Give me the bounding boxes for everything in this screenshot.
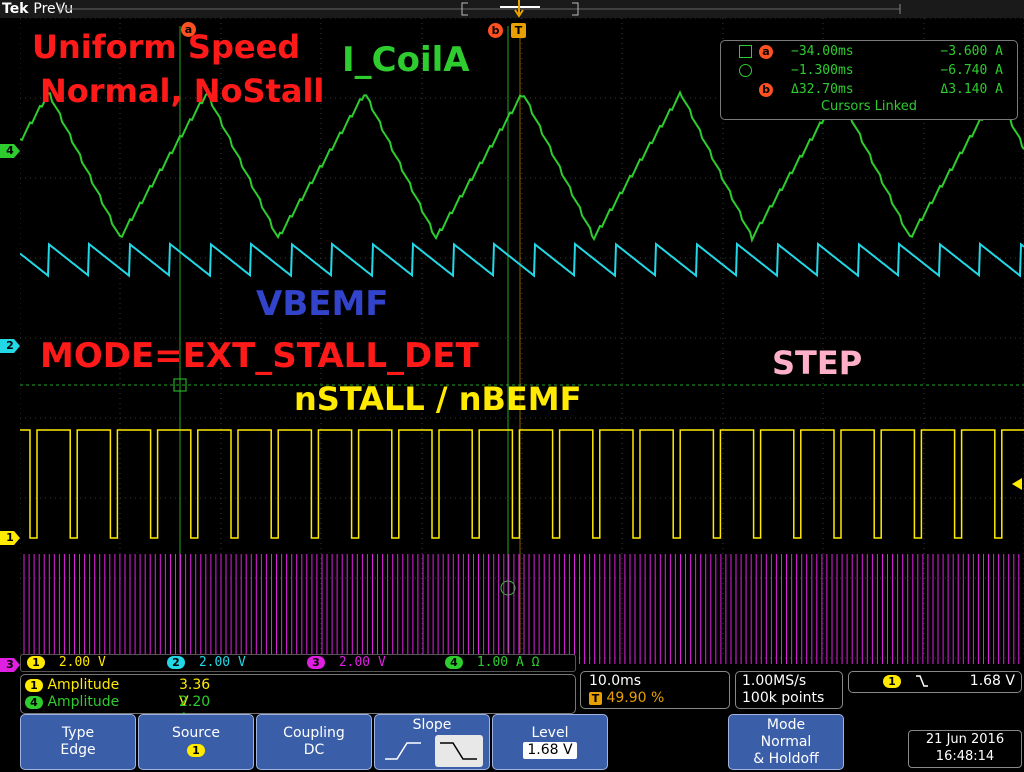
measurement-row-2: 4 Amplitude 2.20 A	[25, 694, 210, 727]
cursor-a-value: −3.600 A	[940, 44, 1003, 59]
type-value: Edge	[60, 742, 96, 758]
date-value: 21 Jun 2016	[925, 732, 1005, 747]
source-label: Source	[171, 725, 221, 741]
meas2-badge: 4	[25, 696, 43, 709]
ch1-scale-value: 2.00 V	[58, 655, 106, 670]
ch1-level-indicator[interactable]: 1	[0, 531, 20, 545]
rising-edge-icon[interactable]	[381, 737, 427, 765]
cursor-a-badge: a	[759, 45, 773, 59]
slope-softkey[interactable]: Slope	[374, 714, 490, 770]
vbemf-label: VBEMF	[256, 284, 389, 324]
circle-icon	[739, 64, 752, 77]
ch3-badge: 3	[307, 656, 325, 669]
type-softkey[interactable]: Type Edge	[20, 714, 136, 770]
trigger-level-arrow[interactable]	[1012, 478, 1022, 490]
ch4-scale-value: 1.00 A Ω	[476, 655, 540, 670]
cursor-delta-time: Δ32.70ms	[791, 82, 854, 97]
mode-holdoff: & Holdoff	[753, 751, 819, 767]
cursor-row-b: −1.300ms −6.740 A	[721, 62, 1017, 80]
ch2-level-indicator[interactable]: 2	[0, 339, 20, 353]
step-label: STEP	[772, 344, 863, 382]
cursor-readout-panel[interactable]: a −34.00ms −3.600 A −1.300ms −6.740 A b …	[720, 40, 1018, 120]
ch2-scale-value: 2.00 V	[198, 655, 246, 670]
trigger-position-value: 49.90 %	[606, 690, 665, 706]
ch3-level-indicator[interactable]: 3	[0, 658, 20, 672]
cursor-row-a: a −34.00ms −3.600 A	[721, 43, 1017, 61]
ch3-step-trace	[23, 554, 1020, 664]
measurement-row-1: 1 Amplitude 3.36 V	[25, 677, 210, 710]
ch1-badge: 1	[27, 656, 45, 669]
channel-scale-strip: 1 2.00 V 2 2.00 V 3 2.00 V 4 1.00 A Ω	[20, 654, 576, 672]
ch4-scale[interactable]: 4 1.00 A Ω	[445, 655, 539, 671]
trigger-marker[interactable]: T	[511, 23, 526, 38]
ch3-scale[interactable]: 3 2.00 V	[307, 655, 386, 671]
level-value: 1.68 V	[523, 742, 577, 759]
square-icon	[739, 45, 752, 58]
trigger-readout[interactable]: 1 1.68 V	[848, 671, 1022, 693]
coupling-label: Coupling	[283, 725, 345, 741]
mode-value: Normal	[760, 734, 812, 750]
ch2-scale[interactable]: 2 2.00 V	[167, 655, 246, 671]
level-softkey[interactable]: Level 1.68 V	[492, 714, 608, 770]
title-line-1: Uniform Speed	[32, 28, 301, 66]
source-value-badge: 1	[187, 744, 205, 757]
cursor-delta-value: Δ3.140 A	[940, 82, 1003, 97]
mode-label: MODE=EXT_STALL_DET	[40, 336, 479, 376]
ch3-scale-value: 2.00 V	[338, 655, 386, 670]
mode-softkey[interactable]: Mode Normal & Holdoff	[728, 714, 844, 770]
cursor-a-time: −34.00ms	[791, 44, 854, 59]
coil-current-label: I_CoilA	[342, 40, 470, 80]
falling-edge-icon	[915, 673, 929, 693]
trigger-top-arrow	[514, 0, 524, 20]
sample-rate: 1.00MS/s	[742, 673, 807, 689]
trigger-position-badge: T	[589, 692, 602, 705]
mode-label: Mode	[766, 717, 806, 733]
cursor-b-marker[interactable]: b	[488, 23, 503, 38]
falling-edge-selected-icon[interactable]	[435, 735, 483, 767]
level-label: Level	[531, 725, 569, 741]
record-view-bar	[59, 2, 901, 16]
cursor-b-badge: b	[759, 83, 773, 97]
trigger-source-badge: 1	[883, 675, 901, 688]
nstall-label: nSTALL / nBEMF	[294, 380, 582, 418]
source-softkey[interactable]: Source 1	[138, 714, 254, 770]
slope-label: Slope	[412, 717, 452, 733]
record-length: 100k points	[742, 690, 825, 706]
cursor-b-value: −6.740 A	[940, 63, 1003, 78]
type-label: Type	[61, 725, 95, 741]
datetime-display: 21 Jun 2016 16:48:14	[908, 730, 1022, 768]
trigger-level-value: 1.68 V	[969, 673, 1015, 689]
cursor-b-time: −1.300ms	[791, 63, 854, 78]
ch1-scale[interactable]: 1 2.00 V	[27, 655, 106, 671]
acquisition-readout[interactable]: 1.00MS/s 100k points	[735, 671, 843, 709]
title-line-2: Normal, NoStall	[40, 72, 325, 110]
ch2-badge: 2	[167, 656, 185, 669]
cursor-row-delta: b Δ32.70ms Δ3.140 A	[721, 81, 1017, 99]
coupling-softkey[interactable]: Coupling DC	[256, 714, 372, 770]
meas1-label: Amplitude	[47, 677, 120, 693]
ch4-badge: 4	[445, 656, 463, 669]
meas2-label: Amplitude	[47, 694, 120, 710]
meas1-badge: 1	[25, 679, 43, 692]
trigger-position: T 49.90 %	[589, 690, 664, 706]
time-value: 16:48:14	[935, 749, 995, 764]
timebase-readout[interactable]: 10.0ms T 49.90 %	[580, 671, 730, 709]
coupling-value: DC	[303, 742, 325, 758]
timebase-scale: 10.0ms	[589, 673, 642, 689]
cursors-linked-text: Cursors Linked	[820, 99, 918, 114]
measurement-panel[interactable]: 1 Amplitude 3.36 V 4 Amplitude 2.20 A	[20, 674, 576, 727]
ch4-level-indicator[interactable]: 4	[0, 144, 20, 158]
